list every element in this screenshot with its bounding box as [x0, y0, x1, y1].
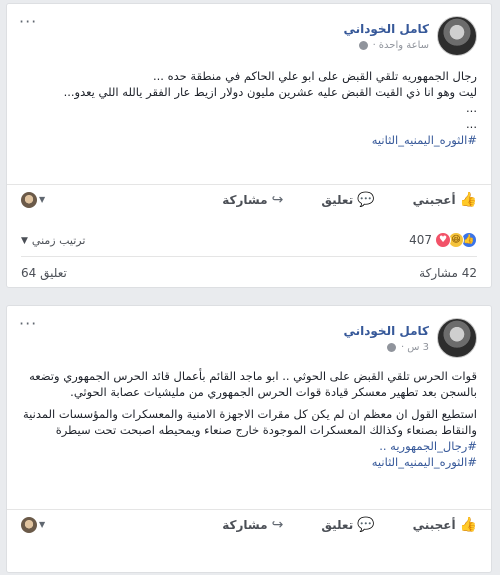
- globe-icon: [387, 342, 397, 352]
- action-bar: 👍 أعجبني 💬 تعليق ↪ مشاركة ▼: [7, 184, 491, 214]
- avatar[interactable]: [437, 16, 477, 56]
- post-paragraph: استطيع القول ان معظم ان لم يكن كل مقرات …: [23, 407, 477, 437]
- post-paragraph: قوات الحرس تلقي القبض على الحوثي .. ابو …: [29, 369, 477, 399]
- post-body: قوات الحرس تلقي القبض على الحوثي .. ابو …: [21, 368, 477, 470]
- post-body: رجال الجمهوريه تلقي القبض على ابو علي ال…: [21, 68, 477, 148]
- comment-button[interactable]: 💬 تعليق: [321, 192, 374, 208]
- comment-label: تعليق: [321, 192, 354, 207]
- hashtag-link[interactable]: #رجال_الجمهوريه ..: [21, 438, 477, 454]
- share-button[interactable]: ↪ مشاركة: [222, 192, 283, 208]
- comment-label: تعليق: [321, 517, 354, 532]
- author-name[interactable]: كامل الخوداني: [343, 22, 429, 36]
- globe-icon: [358, 40, 368, 50]
- post-time[interactable]: 3 س: [407, 342, 429, 353]
- chevron-down-icon: ▼: [39, 195, 46, 204]
- mini-avatar: [21, 516, 37, 533]
- more-options-icon[interactable]: ···: [19, 316, 37, 332]
- share-icon: ↪: [271, 516, 284, 533]
- post-line: ...: [466, 101, 477, 115]
- post-as-selector[interactable]: ▼: [21, 191, 46, 208]
- like-label: أعجبني: [412, 517, 456, 532]
- avatar[interactable]: [437, 318, 477, 358]
- share-label: مشاركة: [222, 517, 268, 532]
- post-line: رجال الجمهوريه تلقي القبض على ابو علي ال…: [152, 69, 477, 83]
- post-card-1: ··· كامل الخوداني ساعة واحدة · رجال الجم…: [6, 3, 492, 288]
- reactions-summary[interactable]: 👍 😆 ♥ 407: [409, 232, 477, 248]
- post-header: كامل الخوداني 3 س ·: [343, 318, 477, 358]
- like-button[interactable]: 👍 أعجبني: [413, 517, 477, 533]
- like-label: أعجبني: [412, 192, 456, 207]
- comment-button[interactable]: 💬 تعليق: [321, 517, 374, 533]
- chevron-down-icon: ▼: [21, 235, 28, 246]
- author-name[interactable]: كامل الخوداني: [343, 324, 429, 338]
- reactions-count: 407: [409, 233, 432, 247]
- more-options-icon[interactable]: ···: [19, 14, 37, 30]
- post-as-selector[interactable]: ▼: [21, 516, 46, 533]
- chevron-down-icon: ▼: [39, 520, 46, 529]
- share-button[interactable]: ↪ مشاركة: [222, 517, 283, 533]
- hashtag-link[interactable]: #الثوره_اليمنيه_الثانيه: [21, 454, 477, 470]
- comment-ranking-selector[interactable]: ▼ ترتيب زمني: [21, 234, 85, 247]
- like-button[interactable]: 👍 أعجبني: [413, 192, 477, 208]
- action-bar: 👍 أعجبني 💬 تعليق ↪ مشاركة ▼: [7, 509, 491, 539]
- shares-count[interactable]: 42 مشاركة: [419, 266, 477, 280]
- mini-avatar: [21, 191, 37, 208]
- post-line: ليت وهو انا ذي القيت القبض عليه عشرين مل…: [63, 85, 477, 99]
- comment-icon: 💬: [357, 516, 375, 533]
- post-line: ...: [466, 117, 477, 131]
- comment-icon: 💬: [357, 191, 375, 208]
- share-icon: ↪: [271, 191, 284, 208]
- hashtag-link[interactable]: #الثوره_اليمنيه_الثانيه: [21, 132, 477, 148]
- ranking-label: ترتيب زمني: [31, 234, 86, 247]
- thumbs-up-icon: 👍: [459, 516, 477, 533]
- love-reaction-icon: ♥: [435, 232, 451, 248]
- separator-dot: ·: [372, 39, 376, 51]
- share-label: مشاركة: [222, 192, 268, 207]
- post-header: كامل الخوداني ساعة واحدة ·: [343, 16, 477, 56]
- comments-count[interactable]: 64 تعليق: [21, 266, 67, 280]
- separator-dot: ·: [401, 341, 405, 353]
- divider: [21, 256, 477, 257]
- thumbs-up-icon: 👍: [459, 191, 477, 208]
- post-card-2: ··· كامل الخوداني 3 س · قوات الحرس تلقي …: [6, 305, 492, 573]
- post-time[interactable]: ساعة واحدة: [379, 40, 429, 51]
